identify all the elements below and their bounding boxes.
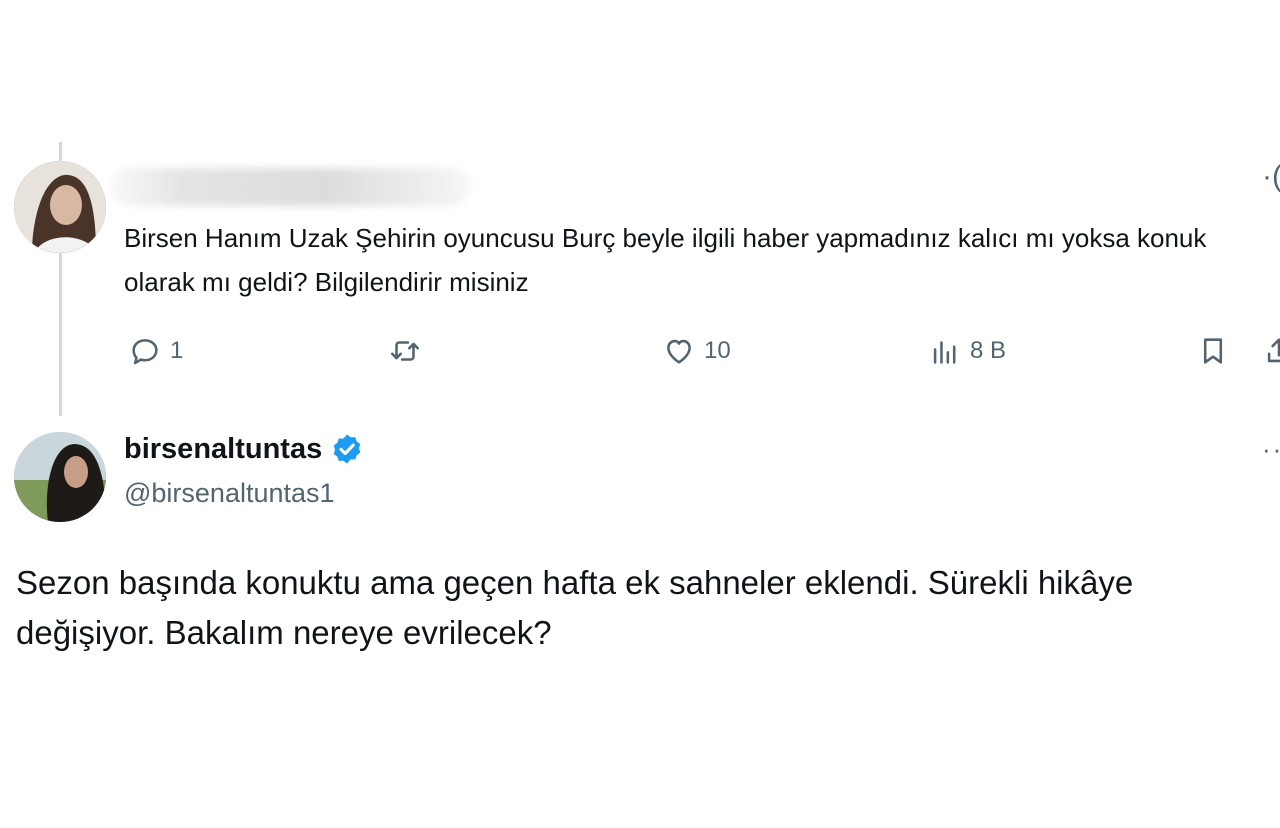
avatar-portrait-icon	[14, 432, 106, 522]
like-icon	[667, 339, 691, 364]
more-options-icon[interactable]: ··	[1262, 436, 1280, 462]
share-button[interactable]	[1262, 334, 1280, 368]
views-button[interactable]: 8 B	[928, 334, 1006, 368]
author-avatar[interactable]	[14, 432, 106, 522]
reply-user-name-blurred	[110, 168, 470, 206]
more-options-icon[interactable]: ·(	[1262, 162, 1280, 192]
verified-badge-icon	[330, 432, 364, 466]
like-count: 10	[704, 337, 731, 364]
like-button[interactable]: 10	[662, 334, 731, 368]
views-count: 8 B	[970, 337, 1007, 364]
views-icon	[933, 341, 956, 364]
reply-count: 1	[170, 337, 184, 364]
author-display-name[interactable]: birsenaltuntas	[124, 433, 322, 466]
reply-user-avatar[interactable]	[14, 161, 106, 253]
reply-tweet-text: Birsen Hanım Uzak Şehirin oyuncusu Burç …	[124, 223, 1207, 297]
retweet-icon	[390, 341, 420, 361]
reply-button[interactable]: 1	[128, 334, 183, 368]
reply-tweet-action-bar: 1 10 8 B	[0, 334, 1280, 378]
author-tweet-text: Sezon başında konuktu ama geçen hafta ek…	[16, 564, 1134, 651]
author-name-row: birsenaltuntas	[124, 432, 364, 466]
bookmark-icon	[1203, 338, 1223, 364]
retweet-button[interactable]	[388, 334, 422, 368]
author-handle[interactable]: @birsenaltuntas1	[124, 478, 335, 509]
bookmark-button[interactable]	[1196, 334, 1230, 368]
avatar-portrait-icon	[14, 161, 106, 253]
reply-icon	[132, 339, 158, 365]
share-icon	[1267, 338, 1280, 363]
